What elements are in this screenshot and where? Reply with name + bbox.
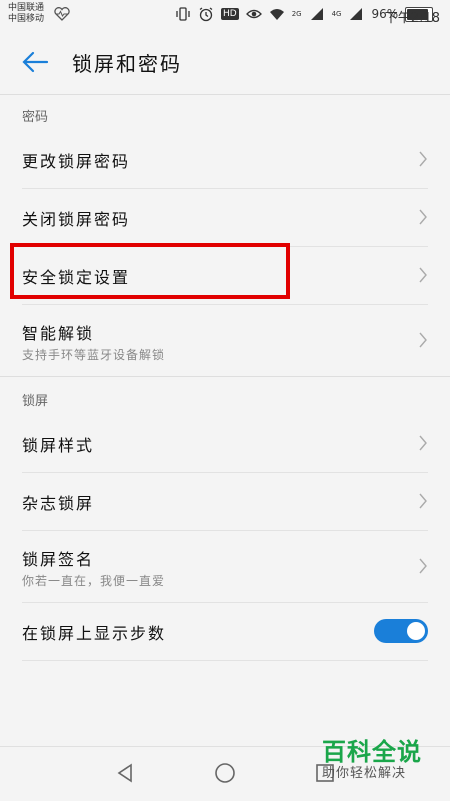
nav-back-icon[interactable] <box>113 761 137 785</box>
item-label: 更改锁屏密码 <box>22 152 131 171</box>
item-label: 安全锁定设置 <box>22 268 131 287</box>
item-label: 关闭锁屏密码 <box>22 210 131 229</box>
item-label: 在锁屏上显示步数 <box>22 624 167 643</box>
alarm-icon <box>199 7 213 22</box>
signal-icon-1 <box>310 8 323 20</box>
item-label: 智能解锁 <box>22 324 95 343</box>
page-title: 锁屏和密码 <box>72 52 182 76</box>
item-smart-unlock[interactable]: 智能解锁 支持手环等蓝牙设备解锁 <box>0 304 450 376</box>
item-lockscreen-style[interactable]: 锁屏样式 <box>0 414 450 472</box>
divider <box>0 94 450 95</box>
item-subtitle: 你若一直在，我便一直爱 <box>22 574 166 588</box>
toggle-knob <box>407 622 425 640</box>
watermark: 百科全说 助你轻松解决 <box>322 738 440 782</box>
network-4g-label: 4G <box>331 10 342 18</box>
clock: 下午2:18 <box>384 11 440 26</box>
item-security-lock-settings[interactable]: 安全锁定设置 <box>0 246 450 304</box>
carrier-line-1: 中国联通 <box>8 3 45 13</box>
item-lockscreen-signature[interactable]: 锁屏签名 你若一直在，我便一直爱 <box>0 530 450 602</box>
hd-icon: HD <box>221 8 239 20</box>
divider <box>0 376 450 377</box>
chevron-right-icon <box>419 209 427 225</box>
health-heart-icon <box>54 7 70 21</box>
wifi-icon <box>269 9 284 20</box>
signal-icon-2 <box>350 8 363 20</box>
item-label: 杂志锁屏 <box>22 494 95 513</box>
app-bar: 锁屏和密码 <box>0 30 450 94</box>
chevron-right-icon <box>419 332 427 348</box>
chevron-right-icon <box>419 267 427 283</box>
nav-home-icon[interactable] <box>213 761 237 785</box>
chevron-right-icon <box>419 558 427 574</box>
item-magazine-lockscreen[interactable]: 杂志锁屏 <box>0 472 450 530</box>
vibrate-icon <box>176 7 190 21</box>
section-header-lockscreen: 锁屏 <box>22 394 49 409</box>
status-bar: 中国联通 中国移动 HD 2G 4G 96% 下午2:18 <box>0 0 450 30</box>
chevron-right-icon <box>419 435 427 451</box>
section-header-password: 密码 <box>22 110 49 125</box>
item-label: 锁屏样式 <box>22 436 95 455</box>
item-change-lock-password[interactable]: 更改锁屏密码 <box>0 130 450 188</box>
item-label: 锁屏签名 <box>22 550 95 569</box>
carrier-line-2: 中国移动 <box>8 14 45 24</box>
chevron-right-icon <box>419 493 427 509</box>
item-show-steps: 在锁屏上显示步数 <box>0 602 450 660</box>
show-steps-toggle[interactable] <box>374 619 428 643</box>
watermark-main: 百科全说 <box>322 738 422 766</box>
back-arrow-icon[interactable] <box>20 48 50 76</box>
network-2g-label: 2G <box>291 10 302 18</box>
item-disable-lock-password[interactable]: 关闭锁屏密码 <box>0 188 450 246</box>
carrier-info: 中国联通 中国移动 <box>8 3 44 25</box>
chevron-right-icon <box>419 151 427 167</box>
item-subtitle: 支持手环等蓝牙设备解锁 <box>22 348 166 362</box>
watermark-sub: 助你轻松解决 <box>322 766 407 781</box>
eye-comfort-icon <box>245 9 262 19</box>
divider <box>22 660 428 661</box>
